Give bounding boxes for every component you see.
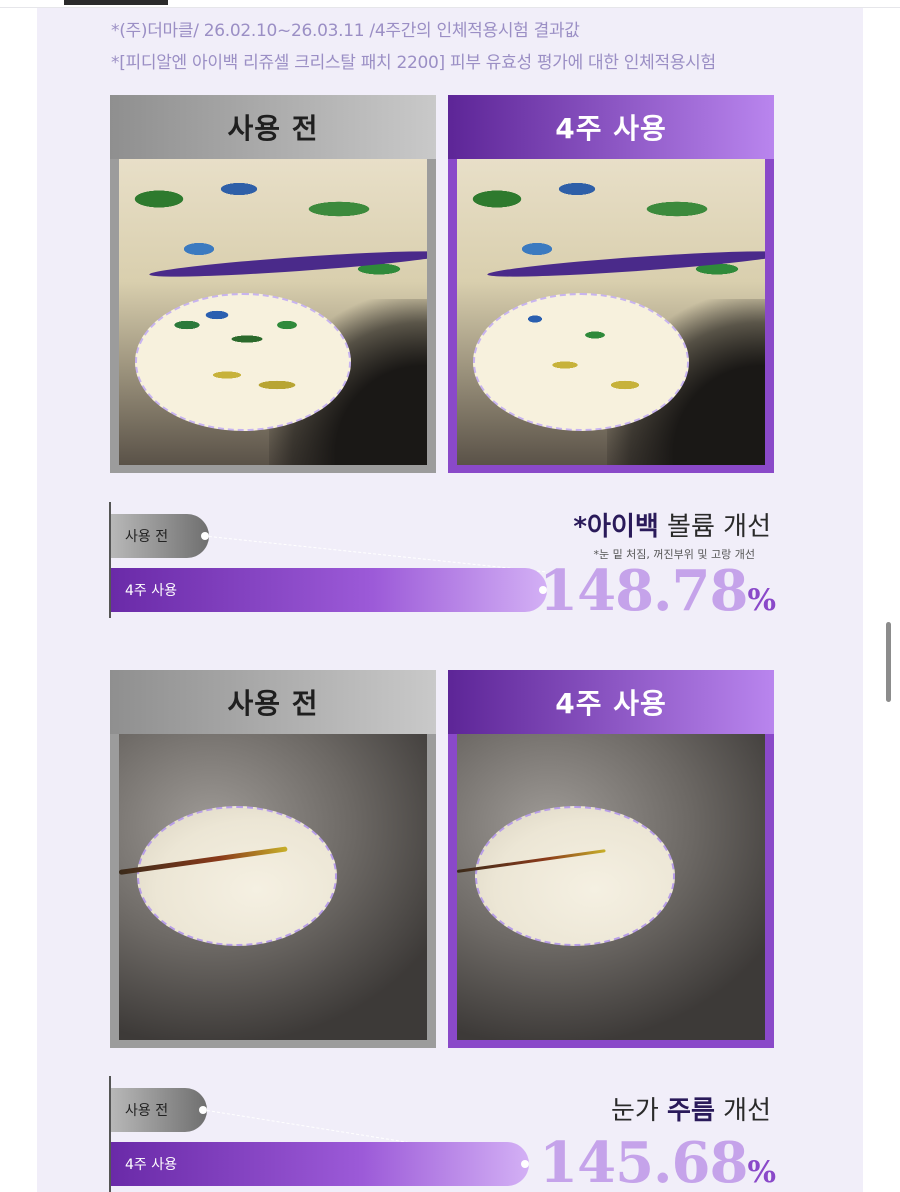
- before-panel-eyebag: 사용 전: [110, 95, 436, 473]
- stat-title-prefix: 눈가: [610, 1096, 668, 1126]
- before-label: 사용 전: [110, 95, 436, 159]
- lower-lid-contour: [148, 246, 427, 282]
- stat-title-highlight: 주름: [667, 1096, 715, 1126]
- eyebag-volume-stat: 사용 전 4주 사용 *아이백 볼륨 개선 *눈 밑 처짐, 꺼진부위 및 고랑…: [37, 502, 863, 632]
- test-product-note: *[피디알엔 아이백 리쥬셀 크리스탈 패치 2200] 피부 유효성 평가에 …: [111, 53, 716, 73]
- after-bar: 4주 사용: [111, 568, 547, 612]
- stat-title-rest: 볼륨 개선: [658, 512, 771, 542]
- improvement-number: 145.68: [539, 1130, 748, 1192]
- before-wrinkle-photo: [119, 734, 427, 1040]
- improvement-value: 145.68%: [539, 1130, 776, 1192]
- after-panel-wrinkle: 4주 사용: [448, 670, 774, 1048]
- eye-wrinkle-stat: 사용 전 4주 사용 눈가 주름 개선 145.68%: [37, 1076, 863, 1192]
- magnified-region-circle: [135, 293, 351, 431]
- before-bar: 사용 전: [111, 1088, 207, 1132]
- stat-title-rest: 개선: [714, 1096, 771, 1126]
- scrollbar-thumb[interactable]: [886, 622, 891, 702]
- product-detail-content: *(주)더마클/ 26.02.10~26.03.11 /4주간의 인체적용시험 …: [37, 8, 863, 1192]
- lower-lid-contour: [486, 246, 765, 282]
- magnified-region-circle: [475, 806, 675, 946]
- before-label: 사용 전: [110, 670, 436, 734]
- before-panel-wrinkle: 사용 전: [110, 670, 436, 1048]
- growth-connector-line: [208, 536, 546, 573]
- before-bar: 사용 전: [111, 514, 209, 558]
- stat-title: 눈가 주름 개선: [611, 1090, 771, 1127]
- after-panel-eyebag: 4주 사용: [448, 95, 774, 473]
- stat-title: *아이백 볼륨 개선: [573, 506, 771, 543]
- test-period-note: *(주)더마클/ 26.02.10~26.03.11 /4주간의 인체적용시험 …: [111, 21, 580, 41]
- after-label: 4주 사용: [448, 670, 774, 734]
- before-bar-end-dot: [199, 1106, 207, 1114]
- after-bar-end-dot: [521, 1160, 529, 1168]
- after-label: 4주 사용: [448, 95, 774, 159]
- browser-top-bar: [0, 0, 900, 8]
- magnified-region-circle: [473, 293, 689, 431]
- percent-unit: %: [747, 1155, 775, 1190]
- before-bar-end-dot: [201, 532, 209, 540]
- improvement-number: 148.78: [539, 558, 748, 624]
- stat-title-highlight: *아이백: [573, 512, 659, 542]
- after-eyebag-photo: [457, 159, 765, 465]
- percent-unit: %: [747, 583, 775, 618]
- after-bar: 4주 사용: [111, 1142, 529, 1186]
- magnified-region-circle: [137, 806, 337, 946]
- after-wrinkle-photo: [457, 734, 765, 1040]
- active-tab-indicator: [64, 0, 168, 5]
- improvement-value: 148.78%: [539, 558, 776, 624]
- before-eyebag-photo: [119, 159, 427, 465]
